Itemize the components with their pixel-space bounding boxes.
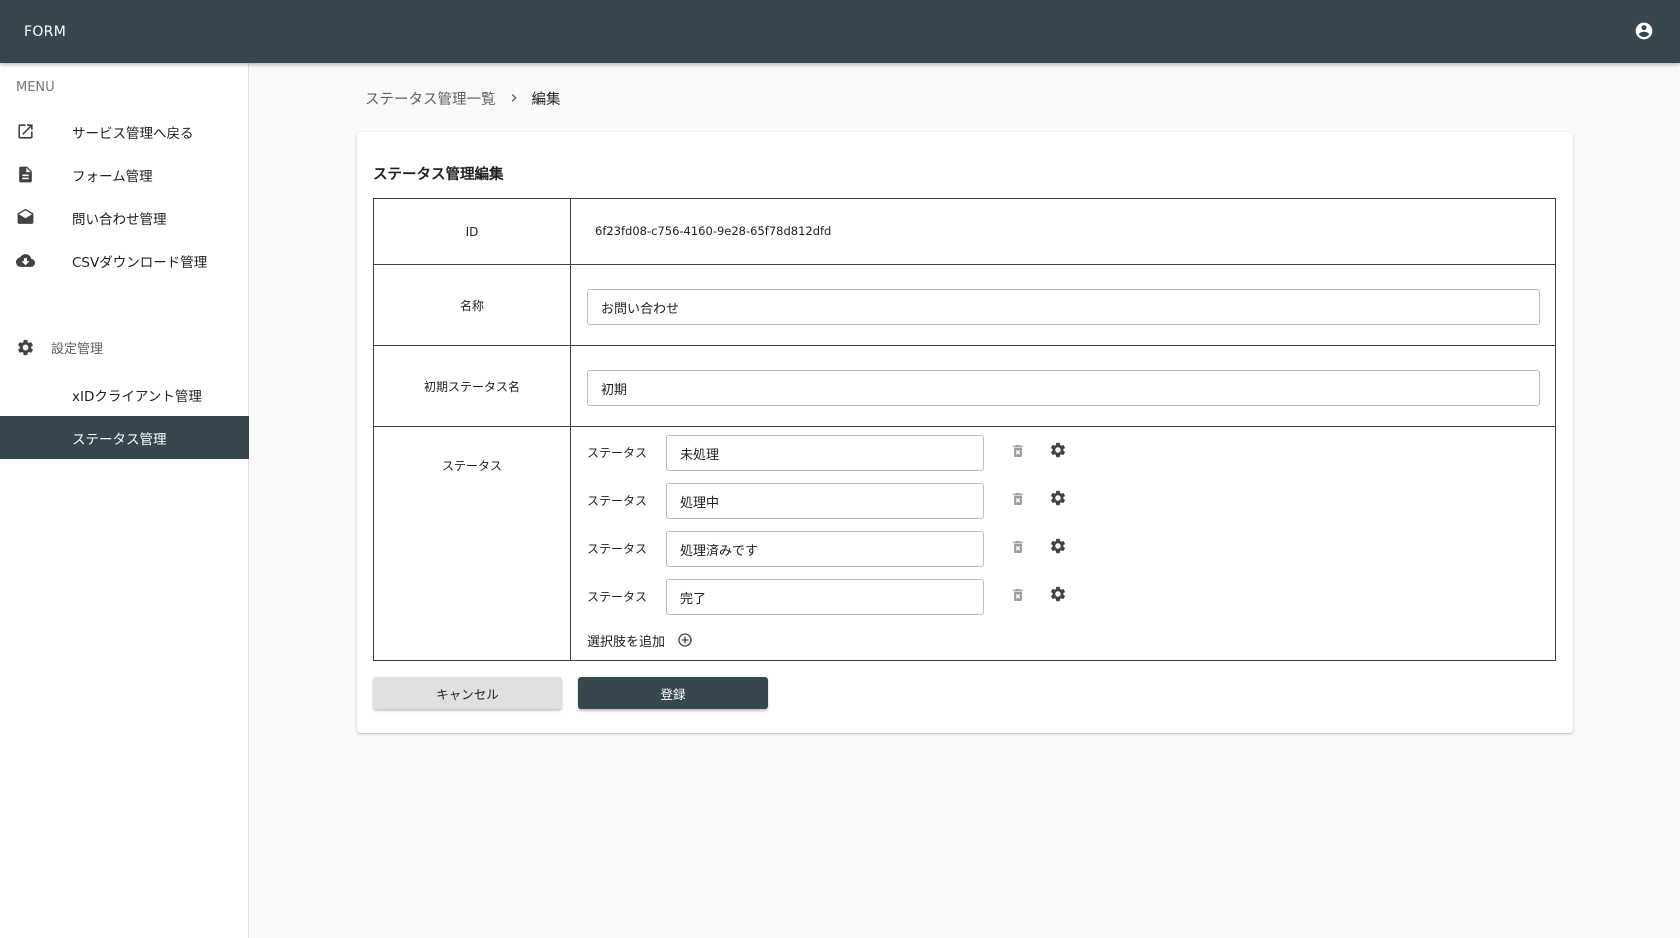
add-option-button[interactable]: 選択肢を追加 [587, 630, 693, 650]
submit-button[interactable]: 登録 [578, 677, 768, 709]
sidebar-item-label: 問い合わせ管理 [72, 211, 167, 228]
sidebar-item-label: xIDクライアント管理 [72, 388, 202, 405]
description-icon [19, 166, 32, 183]
breadcrumb-current: 編集 [531, 91, 561, 108]
breadcrumb-status-list-link[interactable]: ステータス管理一覧 [365, 88, 496, 109]
status-item-label: ステータス [587, 494, 648, 508]
sidebar-item-csv-download[interactable]: CSVダウンロード管理 [0, 239, 249, 282]
gear-icon[interactable] [1049, 585, 1067, 603]
sidebar-item-label: ステータス管理 [72, 431, 167, 448]
drafts-icon [17, 208, 34, 224]
gear-icon[interactable] [1049, 441, 1067, 459]
sidebar-item-form-management[interactable]: フォーム管理 [0, 153, 249, 196]
field-label-id: ID [374, 199, 571, 264]
id-value: 6f23fd08-c756-4160-9e28-65f78d812dfd [595, 224, 832, 238]
status-input[interactable] [666, 531, 984, 567]
form-row-name: 名称 [374, 264, 1555, 345]
form-row-initial-status: 初期ステータス名 [374, 345, 1555, 426]
trash-icon[interactable] [1010, 490, 1026, 508]
status-input[interactable] [666, 579, 984, 615]
chevron-right-icon [511, 94, 517, 102]
field-label-name: 名称 [374, 265, 571, 345]
form-row-id: ID 6f23fd08-c756-4160-9e28-65f78d812dfd [374, 199, 1555, 264]
trash-icon[interactable] [1010, 442, 1026, 460]
sidebar-item-xid-client[interactable]: xIDクライアント管理 [0, 373, 249, 416]
sidebar-item-back-to-services[interactable]: サービス管理へ戻る [0, 110, 249, 153]
open-in-new-icon [18, 124, 33, 139]
sidebar-section-label: 設定管理 [51, 342, 104, 357]
field-label-initial-status: 初期ステータス名 [374, 346, 571, 426]
sidebar-section-settings[interactable]: 設定管理 [0, 326, 249, 369]
form-row-statuses: ステータス ステータス ステータス ステータス [374, 426, 1555, 660]
initial-status-input[interactable] [587, 370, 1540, 406]
cloud-download-icon [16, 254, 35, 267]
name-input[interactable] [587, 289, 1540, 325]
status-item-label: ステータス [587, 590, 648, 604]
status-item: ステータス [587, 435, 1287, 471]
status-item-label: ステータス [587, 446, 648, 460]
sidebar-item-label: CSVダウンロード管理 [72, 254, 208, 271]
status-item: ステータス [587, 483, 1287, 519]
status-item-label: ステータス [587, 542, 648, 556]
status-input[interactable] [666, 483, 984, 519]
gear-icon[interactable] [1049, 537, 1067, 555]
menu-label: MENU [16, 80, 55, 95]
sidebar: MENU サービス管理へ戻る フォーム管理 問い合わせ管理 CSVダウンロード管… [0, 63, 249, 938]
status-item: ステータス [587, 579, 1287, 615]
add-circle-outline-icon [678, 633, 692, 647]
page-title: ステータス管理編集 [373, 167, 504, 183]
sidebar-item-status-management[interactable]: ステータス管理 [0, 416, 249, 459]
account-circle-icon[interactable] [1634, 21, 1654, 41]
breadcrumb: ステータス管理一覧 編集 [365, 88, 561, 108]
status-edit-form: ID 6f23fd08-c756-4160-9e28-65f78d812dfd … [373, 198, 1556, 661]
trash-icon[interactable] [1010, 586, 1026, 604]
status-edit-card: ステータス管理編集 ID 6f23fd08-c756-4160-9e28-65f… [357, 132, 1573, 733]
gear-icon[interactable] [1049, 489, 1067, 507]
status-item: ステータス [587, 531, 1287, 567]
sidebar-item-label: フォーム管理 [72, 168, 153, 185]
trash-icon[interactable] [1010, 538, 1026, 556]
app-bar: FORM [0, 0, 1680, 63]
field-label-statuses: ステータス [374, 427, 571, 660]
cancel-button[interactable]: キャンセル [373, 677, 562, 709]
app-title: FORM [24, 23, 67, 40]
gear-icon [18, 339, 33, 356]
add-option-label: 選択肢を追加 [587, 634, 666, 650]
status-input[interactable] [666, 435, 984, 471]
sidebar-item-label: サービス管理へ戻る [72, 125, 194, 142]
sidebar-item-inquiry-management[interactable]: 問い合わせ管理 [0, 196, 249, 239]
